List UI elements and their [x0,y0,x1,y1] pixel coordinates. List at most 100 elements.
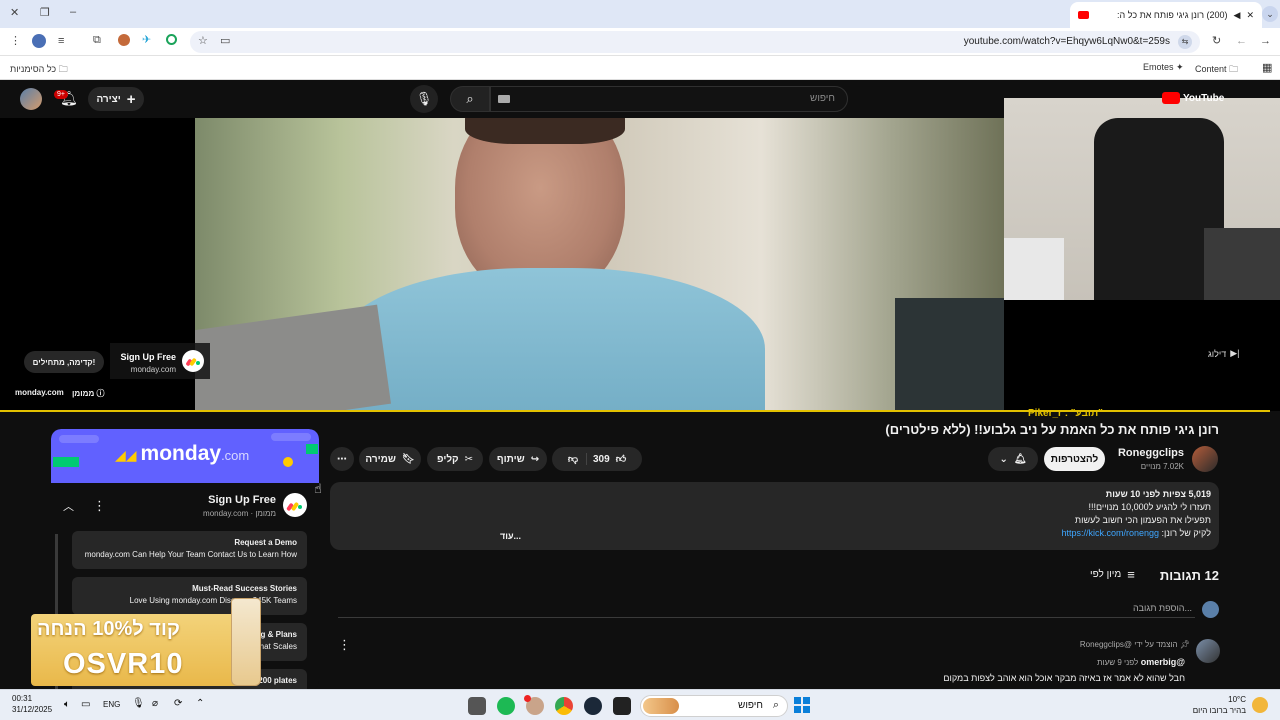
app-taskbar-icon[interactable] [468,697,486,715]
chevron-up-icon[interactable]: ︿ [63,498,74,514]
ad-banner[interactable]: ◢◢ monday .com [51,429,319,483]
bookmark-emotes[interactable]: Emotes ✦ [1143,62,1184,73]
sort-label: מיון לפי [1090,569,1122,580]
sync-icon[interactable]: ⟳ [174,698,182,709]
folder-icon: 🗀 [58,64,68,74]
monday-logo-icon [182,350,204,372]
playlist-icon[interactable]: ≡ [58,36,64,47]
chrome-icon[interactable] [555,697,573,715]
comment-count: 12 תגובות [1159,568,1219,583]
display-icon[interactable]: ⌀ [152,698,158,709]
ad-sitelink[interactable]: Request a Demo monday.com Can Help Your … [72,531,307,569]
language-indicator[interactable]: ENG [103,700,120,709]
skip-button[interactable]: דילוג ▶︎| [1208,348,1240,359]
share-button[interactable]: שיתוף ↪ [489,447,547,471]
sort-button[interactable]: מיון לפי ≡ [1090,567,1135,582]
extension-grammar-icon[interactable] [166,34,177,45]
channel-name[interactable]: Roneggclips [1118,447,1184,459]
back-icon[interactable]: → [1260,36,1271,47]
ad-cta-button[interactable]: קדימה, מתחילים! [24,351,104,373]
subscribe-button[interactable]: להצטרפות [1044,447,1105,471]
commenter-avatar[interactable] [1196,639,1220,663]
more-link[interactable]: ...עוד [500,530,521,543]
reload-icon[interactable]: ↻ [1212,36,1221,47]
tab-close-icon[interactable]: ✕ [1246,10,1254,21]
extension-fox-icon[interactable] [118,34,130,46]
minimize-window-icon[interactable]: – [70,7,76,18]
kick-link[interactable]: https://kick.com/ronengg [1061,528,1159,538]
restore-window-icon[interactable]: ❐ [40,8,50,19]
weather-widget[interactable]: 10°C בהיר ברובו היום [1193,694,1246,716]
all-bookmarks[interactable]: כל הסימניות 🗀 [10,62,68,78]
address-bar[interactable]: ☆ ▭ youtube.com/watch?v=Ehqyw6LqNw0&t=25… [190,31,1200,53]
plus-icon: + [126,90,136,108]
cast-icon[interactable]: ▭ [220,36,230,47]
description-box[interactable]: 5,019 צפיות לפני 10 שעות תעזרו לי להגיע … [330,482,1219,550]
like-count[interactable]: 309 [593,454,610,465]
create-button[interactable]: יצירה + [88,87,144,111]
mic-tray-icon[interactable]: 🎙︎ [132,698,145,709]
pinned-label: הוצמד על ידי @Roneggclips [1079,640,1178,649]
comment-menu-icon[interactable]: ⋮ [338,637,351,653]
chevron-up-icon[interactable]: ⌃ [196,698,204,709]
clip-button[interactable]: קליפ ✂ [427,447,483,471]
speaker-icon[interactable]: 🔈︎ [64,699,70,710]
network-icon[interactable]: ▭ [81,699,90,710]
extension-translate-icon[interactable]: ✈ [142,35,151,46]
like-dislike-group: 👎︎ 309 👍︎ [552,447,642,471]
bookmark-content[interactable]: Content 🗀 [1195,62,1238,78]
search-button[interactable]: ⌕ [450,86,490,112]
tab-audio-icon[interactable]: ◀︎ [1234,10,1241,21]
notifications-button[interactable]: ⌄ 🔔︎ [988,447,1038,471]
info-icon[interactable]: ⓘ [97,389,105,398]
monday-wordmark: ◢◢ monday .com [115,442,249,466]
save-button[interactable]: שמירה 🔖︎ [359,447,421,471]
windows-start-icon[interactable] [794,697,810,713]
tab-active[interactable]: (200) רונן גיגי פותח את כל ה: ◀︎ ✕ [1070,2,1262,28]
apps-grid-icon[interactable]: ▦ [1262,61,1272,74]
avatar[interactable] [20,88,42,110]
comment-age: לפני 9 שעות [1097,658,1139,667]
video-frame[interactable] [195,118,1004,411]
taskbar-search[interactable]: חיפוש ⌕ [640,695,788,717]
mic-icon[interactable]: 🎙︎ [410,85,438,113]
ad-sitelink[interactable]: Must-Read Success Stories Love Using mon… [72,577,307,615]
steam-icon[interactable] [584,697,602,715]
view-count: 5,019 [1188,489,1211,499]
menu-kebab-icon[interactable]: ⋮ [10,36,21,47]
add-comment-input[interactable]: הוספת תגובה... [1133,603,1192,613]
tab-search-icon[interactable]: ⌄ [1262,6,1278,22]
clock[interactable]: 00:31 31/12/2025 [12,693,52,715]
close-window-icon[interactable]: ✕ [10,8,19,19]
ad-panel-menu-icon[interactable]: ⋮ [93,498,106,514]
extensions-icon[interactable]: ⧉ [93,35,101,46]
sitelink-title: Must-Read Success Stories [192,584,297,593]
ad-panel-title[interactable]: Sign Up Free [208,494,276,506]
channel-avatar[interactable] [1192,446,1218,472]
bookmark-emotes-label: Emotes [1143,62,1174,72]
ad-card[interactable]: Sign Up Free monday.com [110,343,210,379]
comment-author[interactable]: @omerbig [1141,657,1185,667]
create-label: יצירה [96,93,121,105]
pin-icon: 📌︎ [1179,640,1190,649]
like-icon[interactable]: 👍︎ [616,453,626,465]
youtube-logo-icon [1162,92,1180,104]
url-text: youtube.com/watch?v=Ehqyw6LqNw0&t=259s [963,36,1170,47]
youtube-logo[interactable]: YouTube [1162,92,1224,104]
sitelink-text: Love Using monday.com Discover 245K Team… [129,596,297,605]
profile-icon[interactable] [32,34,46,48]
more-actions-icon[interactable]: ⋯ [330,447,354,471]
comment-input-underline [338,617,1195,618]
bookmark-star-icon[interactable]: ☆ [198,36,208,47]
keyboard-icon[interactable] [498,95,510,103]
webcam-overlay [1004,98,1280,300]
spotify-icon[interactable] [497,697,515,715]
bookmark-content-label: Content [1195,64,1227,74]
search-input[interactable]: חיפוש [490,86,848,112]
site-info-icon[interactable]: ⇆ [1178,35,1192,49]
ad-bottom-domain[interactable]: monday.com [15,388,64,397]
ad-sponsored: ממומן ⓘ [72,388,105,399]
terminal-icon[interactable] [613,697,631,715]
forward-icon[interactable]: ← [1236,36,1247,47]
dislike-button[interactable]: 👎︎ [568,453,587,465]
